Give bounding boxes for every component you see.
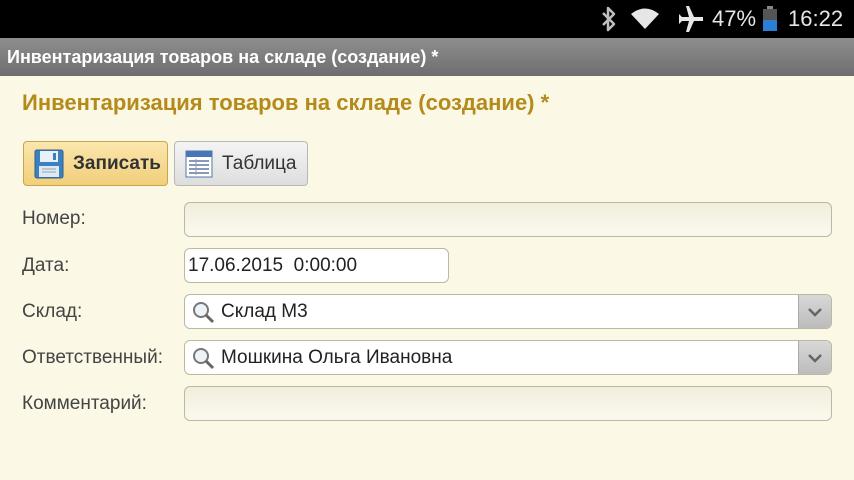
save-button-label: Записать xyxy=(73,152,161,174)
warehouse-field[interactable]: Склад М3 xyxy=(184,294,832,329)
date-field[interactable]: 17.06.2015 0:00:00 xyxy=(184,248,449,283)
warehouse-value: Склад М3 xyxy=(221,300,308,322)
chevron-down-icon xyxy=(808,353,822,363)
form-title: Инвентаризация товаров на складе (создан… xyxy=(22,90,550,115)
search-icon xyxy=(191,300,215,324)
save-button[interactable]: Записать xyxy=(23,141,168,186)
responsible-field[interactable]: Мошкина Ольга Ивановна xyxy=(184,340,832,375)
battery-icon xyxy=(762,0,778,38)
number-field[interactable] xyxy=(184,202,832,237)
responsible-value: Мошкина Ольга Ивановна xyxy=(221,346,453,368)
floppy-disk-icon xyxy=(34,149,64,179)
date-label: Дата: xyxy=(22,255,70,276)
wifi-icon xyxy=(630,0,660,38)
responsible-label: Ответственный: xyxy=(22,347,163,368)
warehouse-label: Склад: xyxy=(22,301,83,322)
comment-label: Комментарий: xyxy=(22,393,147,414)
comment-field[interactable] xyxy=(184,386,832,421)
table-icon xyxy=(185,150,213,178)
date-value: 17.06.2015 0:00:00 xyxy=(188,254,358,276)
battery-percent: 47% xyxy=(712,6,757,31)
table-button-label: Таблица xyxy=(222,152,297,174)
clock: 16:22 xyxy=(788,6,844,31)
warehouse-dropdown-button[interactable] xyxy=(798,295,831,328)
airplane-icon xyxy=(677,0,705,38)
chevron-down-icon xyxy=(808,307,822,317)
window-title: Инвентаризация товаров на складе (создан… xyxy=(7,47,439,67)
status-bar: 47% 16:22 xyxy=(0,0,854,38)
responsible-dropdown-button[interactable] xyxy=(798,341,831,374)
window-title-bar: Инвентаризация товаров на складе (создан… xyxy=(0,38,854,76)
bluetooth-icon xyxy=(600,0,618,38)
search-icon xyxy=(191,346,215,370)
number-label: Номер: xyxy=(22,208,86,229)
table-button[interactable]: Таблица xyxy=(174,141,308,186)
